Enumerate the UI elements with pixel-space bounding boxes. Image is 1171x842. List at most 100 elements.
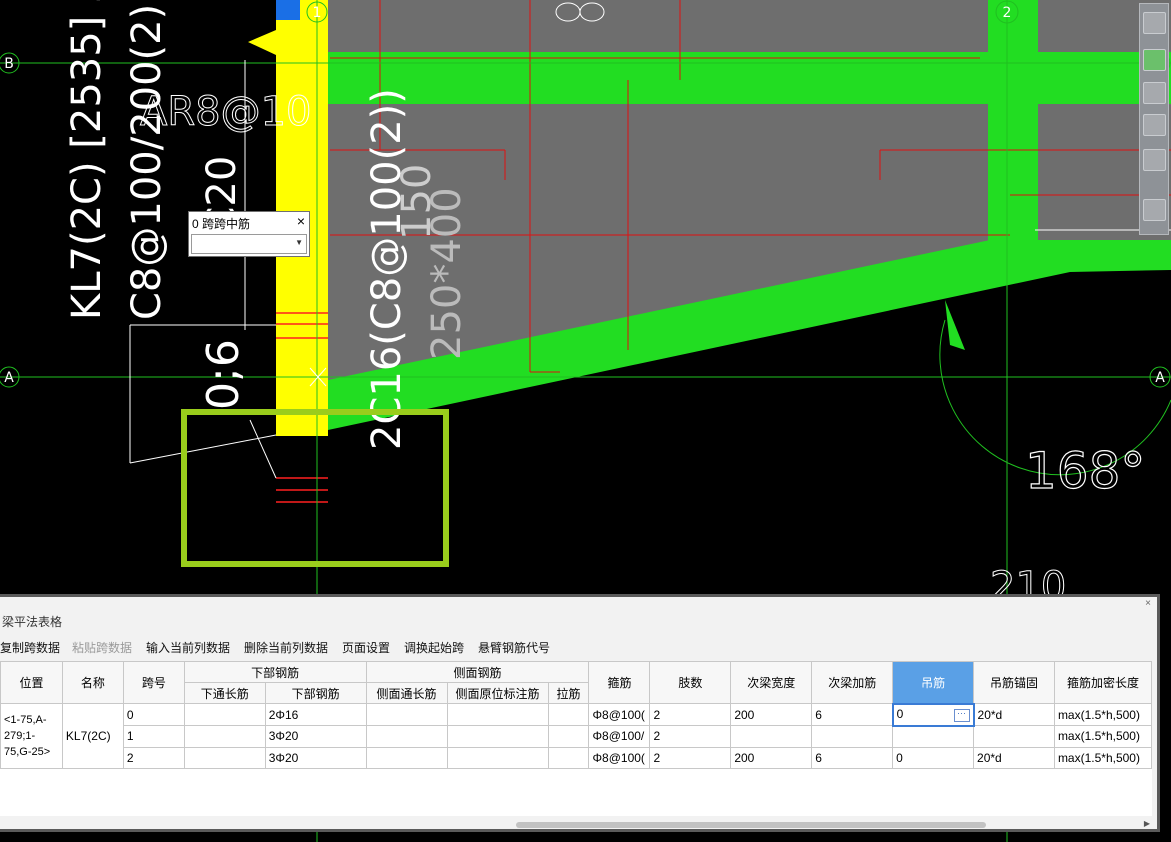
dense-length-cell[interactable]: max(1.5*h,500)	[1053, 703, 1152, 726]
paste-span-button[interactable]: 粘贴跨数据	[72, 639, 132, 656]
swap-start-span-button[interactable]: 调换起始跨	[404, 639, 464, 656]
hanger-anchor-cell[interactable]: 20*d	[973, 703, 1055, 726]
popup-dropdown[interactable]: ▼	[191, 234, 307, 254]
green-beam-top	[328, 52, 1171, 104]
legs-cell[interactable]: 2	[649, 725, 732, 748]
table-row[interactable]: <1-75,A-279;1-75,G-25> KL7(2C) 0 2Φ16 Φ8…	[0, 702, 1152, 769]
hanger-cell-value[interactable]: 0	[897, 707, 904, 721]
header-side-through[interactable]: 侧面通长筋	[365, 682, 448, 704]
header-side-orig[interactable]: 侧面原位标注筋	[446, 682, 549, 704]
secondary-width-cell[interactable]	[730, 725, 813, 748]
tie-cell[interactable]	[547, 746, 590, 769]
green-beam-vertical	[988, 0, 1038, 260]
legs-cell[interactable]: 2	[649, 703, 732, 726]
hanger-cell-editing[interactable]: 0 ···	[891, 702, 975, 727]
header-legs[interactable]: 肢数	[649, 661, 732, 704]
side-orig-cell[interactable]	[446, 746, 549, 769]
beam-label: KL7(2C) [2535] 2	[64, 0, 110, 320]
stirrup-cell[interactable]: Φ8@100/	[588, 725, 651, 748]
name-cell[interactable]: KL7(2C)	[61, 703, 124, 769]
secondary-width-cell[interactable]: 200	[730, 746, 813, 769]
input-column-button[interactable]: 输入当前列数据	[146, 639, 230, 656]
bottom-through-cell[interactable]	[183, 746, 266, 769]
header-span[interactable]: 跨号	[122, 661, 185, 704]
header-secondary-width[interactable]: 次梁宽度	[730, 661, 813, 704]
position-cell[interactable]: <1-75,A-279;1-75,G-25>	[0, 703, 63, 769]
legs-cell[interactable]: 2	[649, 746, 732, 769]
scrollbar-thumb[interactable]	[516, 822, 986, 828]
secondary-add-cell[interactable]: 6	[811, 703, 894, 726]
header-dense-length[interactable]: 箍筋加密长度	[1053, 661, 1152, 704]
delete-column-button[interactable]: 删除当前列数据	[244, 639, 328, 656]
bottom-bar-cell[interactable]: 3Φ20	[264, 746, 367, 769]
header-name[interactable]: 名称	[61, 661, 124, 704]
span-cell[interactable]: 0	[122, 703, 185, 726]
header-stirrup[interactable]: 箍筋	[588, 661, 651, 704]
hanger-cell[interactable]: 0	[892, 746, 975, 769]
left-value-label: 0;6	[198, 339, 249, 410]
side-through-cell[interactable]	[365, 746, 448, 769]
secondary-width-cell[interactable]: 200	[730, 703, 813, 726]
orbit-icon[interactable]	[1143, 12, 1166, 34]
rotate-icon[interactable]	[1143, 149, 1166, 171]
scroll-right-icon[interactable]: ▶	[1144, 819, 1150, 828]
panel-close-icon[interactable]: ×	[1145, 598, 1151, 609]
header-hanger-anchor[interactable]: 吊筋锚固	[973, 661, 1055, 704]
layers-icon[interactable]	[1143, 199, 1166, 221]
copy-span-button[interactable]: 复制跨数据	[0, 639, 60, 656]
dense-length-cell[interactable]: max(1.5*h,500)	[1053, 725, 1152, 748]
stirrup-label: C8@100/200(2)	[124, 4, 170, 320]
cantilever-code-button[interactable]: 悬臂钢筋代号	[478, 639, 550, 656]
page-setup-button[interactable]: 页面设置	[342, 639, 390, 656]
bottom-through-cell[interactable]	[183, 703, 266, 726]
chevron-down-icon[interactable]: ▼	[295, 238, 303, 247]
cube-icon[interactable]	[1143, 82, 1166, 104]
bottom-bar-cell[interactable]: 3Φ20	[264, 725, 367, 748]
axis-label-a-left: A	[4, 370, 14, 386]
span-cell[interactable]: 1	[122, 725, 185, 748]
hanger-cell[interactable]	[892, 725, 975, 748]
side-through-cell[interactable]	[365, 703, 448, 726]
panel-title: 梁平法表格	[2, 615, 63, 629]
rebar-partial-label: AR8@10	[140, 89, 312, 135]
view-3d-icon[interactable]	[1143, 49, 1166, 71]
popup-close-icon[interactable]: ×	[297, 213, 305, 229]
pink-beam-label: 2C16(C8@100(2))	[364, 88, 410, 450]
tie-cell[interactable]	[547, 725, 590, 748]
stirrup-cell[interactable]: Φ8@100(	[588, 746, 651, 769]
popup-title: 0 跨跨中筋	[192, 217, 251, 231]
beam-table-panel: × 梁平法表格 复制跨数据 粘贴跨数据 输入当前列数据 删除当前列数据 页面设置…	[0, 594, 1160, 832]
bottom-through-cell[interactable]	[183, 725, 266, 748]
angle-label: 168°	[1025, 442, 1145, 500]
partial-size-label: 150	[394, 164, 440, 240]
span-cell[interactable]: 2	[122, 746, 185, 769]
header-side-group: 侧面钢筋	[365, 661, 590, 683]
dense-length-cell[interactable]: max(1.5*h,500)	[1053, 746, 1152, 769]
ellipsis-button[interactable]: ···	[953, 709, 970, 722]
panel-toolbar: 复制跨数据 粘贴跨数据 输入当前列数据 删除当前列数据 页面设置 调换起始跨 悬…	[0, 637, 1157, 657]
header-position[interactable]: 位置	[0, 661, 63, 704]
beam-grid: 位置 名称 跨号 下部钢筋 侧面钢筋 箍筋 肢数 次梁宽度 次梁加筋 吊筋 吊筋…	[0, 661, 1152, 816]
span-rebar-popup: 0 跨跨中筋 × ▼	[188, 211, 310, 257]
box-icon[interactable]	[1143, 114, 1166, 136]
bottom-bar-cell[interactable]: 2Φ16	[264, 703, 367, 726]
header-bottom-bar[interactable]: 下部钢筋	[264, 682, 367, 704]
hanger-anchor-cell[interactable]	[973, 725, 1055, 748]
header-bottom-through[interactable]: 下通长筋	[183, 682, 266, 704]
header-secondary-add[interactable]: 次梁加筋	[811, 661, 894, 704]
header-hanger[interactable]: 吊筋	[892, 661, 975, 704]
secondary-add-cell[interactable]	[811, 725, 894, 748]
stirrup-cell[interactable]: Φ8@100(	[588, 703, 651, 726]
axis-label-b-left: B	[4, 56, 14, 72]
hanger-anchor-cell[interactable]: 20*d	[973, 746, 1055, 769]
side-orig-cell[interactable]	[446, 725, 549, 748]
table-row[interactable]: 2 3Φ20 Φ8@100( 2 200 6 0 20*d max(1.5*h,…	[1, 746, 1152, 769]
secondary-add-cell[interactable]: 6	[811, 746, 894, 769]
header-tie[interactable]: 拉筋	[547, 682, 590, 704]
table-row[interactable]: 1 3Φ20 Φ8@100/ 2 max(1.5*h,500)	[1, 725, 1152, 748]
tie-cell[interactable]	[547, 703, 590, 726]
view-toolbar	[1139, 3, 1169, 235]
side-orig-cell[interactable]	[446, 703, 549, 726]
horizontal-scrollbar[interactable]: ▶	[0, 819, 1152, 829]
side-through-cell[interactable]	[365, 725, 448, 748]
